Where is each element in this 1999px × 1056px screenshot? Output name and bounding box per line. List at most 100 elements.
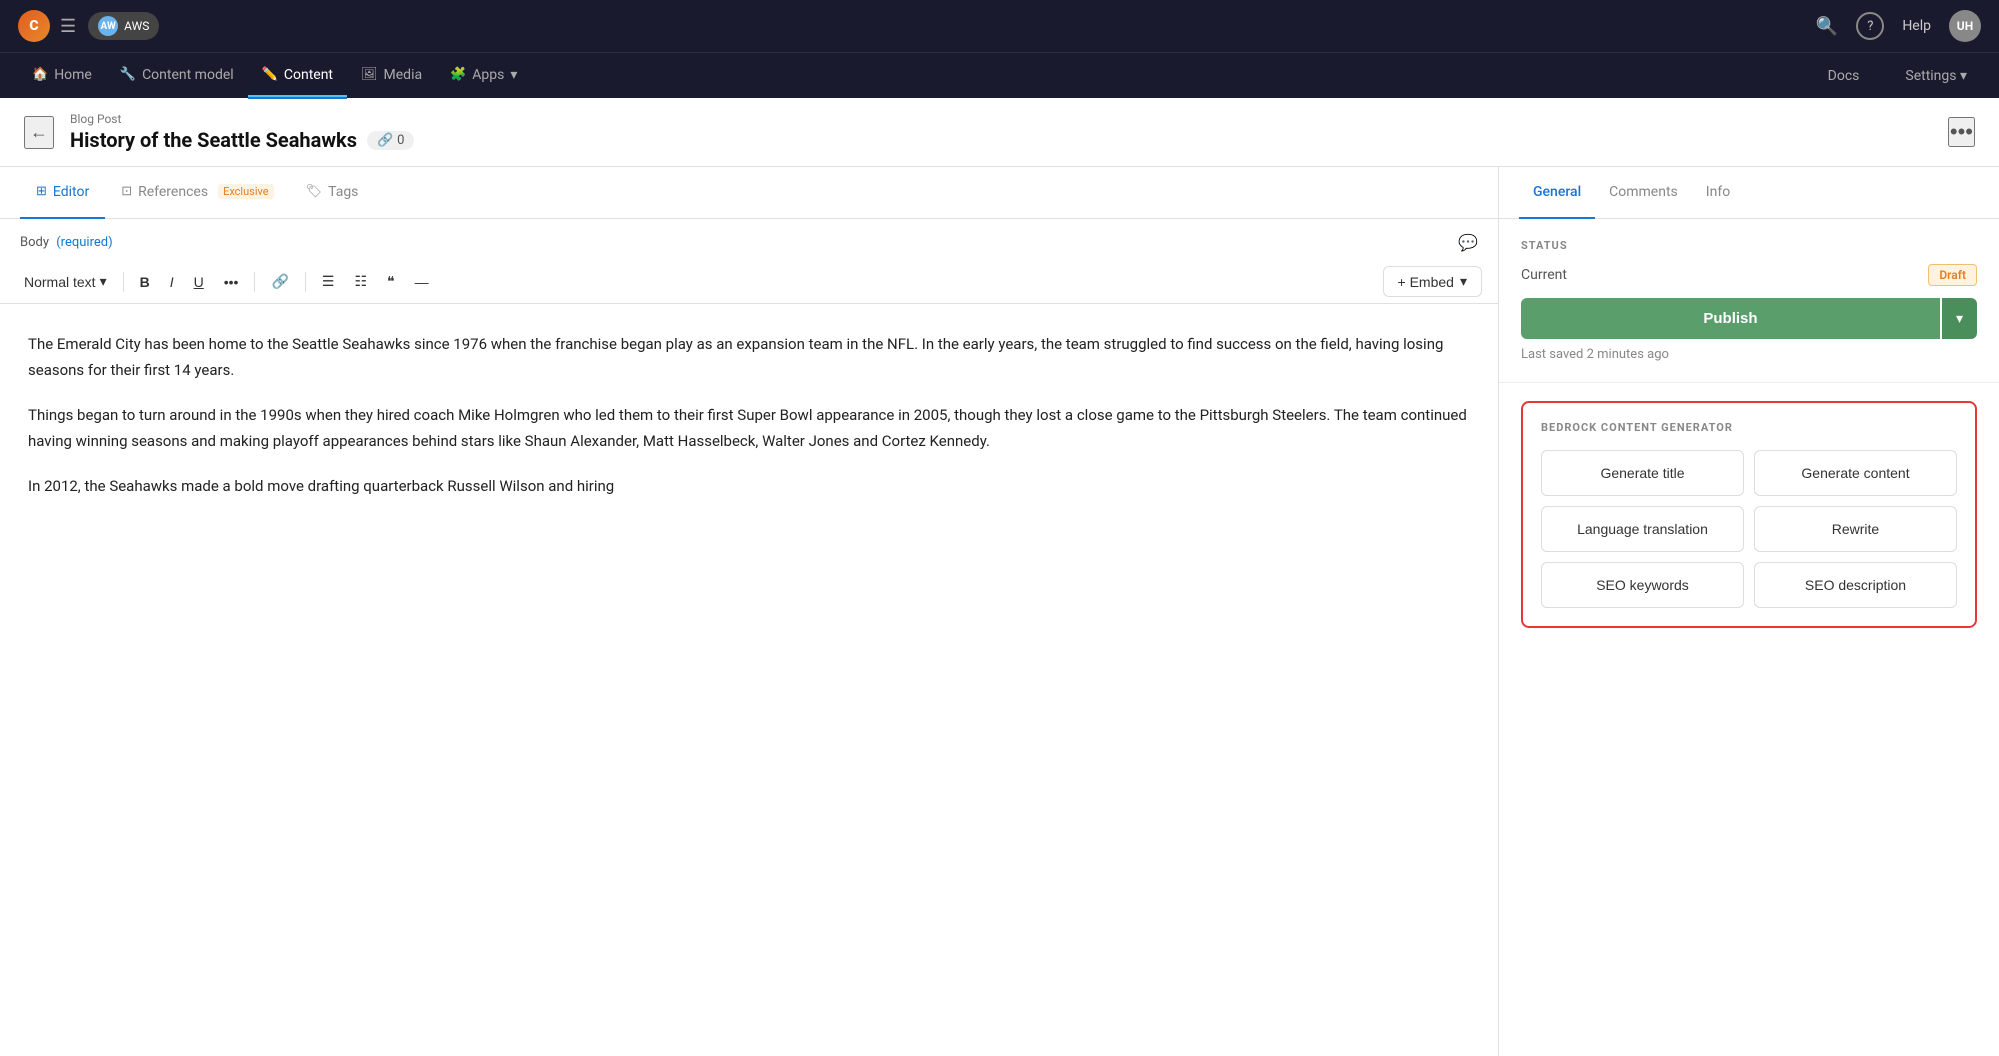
home-icon: 🏠 bbox=[32, 67, 48, 82]
media-icon: 🖼 bbox=[361, 67, 378, 82]
tab-tags-label: Tags bbox=[328, 184, 358, 200]
right-panel-tabs: General Comments Info bbox=[1499, 167, 1999, 219]
content-model-icon: 🔧 bbox=[120, 67, 136, 82]
tab-references[interactable]: ⊡ References Exclusive bbox=[105, 167, 289, 219]
editor-tabs: ⊞ Editor ⊡ References Exclusive 🏷 Tags bbox=[0, 167, 1498, 219]
toolbar-separator-2 bbox=[254, 272, 255, 292]
hamburger-icon[interactable]: ☰ bbox=[60, 16, 76, 37]
embed-button[interactable]: + Embed ▾ bbox=[1383, 266, 1482, 297]
status-section-label: STATUS bbox=[1521, 239, 1977, 252]
comment-icon[interactable]: 💬 bbox=[1458, 233, 1478, 252]
numbered-list-button[interactable]: ☷ bbox=[346, 268, 375, 295]
rewrite-button[interactable]: Rewrite bbox=[1754, 506, 1957, 552]
tab-tags[interactable]: 🏷 Tags bbox=[290, 167, 375, 219]
toolbar-separator-3 bbox=[305, 272, 306, 292]
language-translation-button[interactable]: Language translation bbox=[1541, 506, 1744, 552]
tab-references-label: References bbox=[138, 184, 208, 200]
back-button[interactable]: ← bbox=[24, 116, 54, 149]
more-options-button[interactable]: ••• bbox=[1948, 117, 1975, 147]
publish-row: Publish ▾ bbox=[1521, 298, 1977, 339]
workspace-initials: AW bbox=[98, 16, 118, 36]
seo-keywords-button[interactable]: SEO keywords bbox=[1541, 562, 1744, 608]
help-icon: ? bbox=[1867, 19, 1873, 34]
right-panel: General Comments Info STATUS Current Dra… bbox=[1499, 167, 1999, 1056]
title-bar: ← Blog Post History of the Seattle Seaha… bbox=[0, 98, 1999, 167]
nav-apps[interactable]: 🧩 Apps ▾ bbox=[436, 53, 531, 99]
content-paragraph-3: In 2012, the Seahawks made a bold move d… bbox=[28, 474, 1470, 500]
second-nav-right: Docs Settings ▾ bbox=[1814, 53, 1981, 99]
content-paragraph-2: Things began to turn around in the 1990s… bbox=[28, 403, 1470, 454]
top-nav-right: 🔍 ? Help UH bbox=[1816, 10, 1981, 42]
search-icon[interactable]: 🔍 bbox=[1816, 16, 1838, 37]
right-tab-general[interactable]: General bbox=[1519, 167, 1595, 219]
publish-dropdown-button[interactable]: ▾ bbox=[1942, 298, 1977, 339]
seo-description-button[interactable]: SEO description bbox=[1754, 562, 1957, 608]
link-badge[interactable]: 🔗 0 bbox=[367, 131, 415, 150]
nav-content-model[interactable]: 🔧 Content model bbox=[106, 53, 248, 99]
last-saved-label: Last saved 2 minutes ago bbox=[1521, 347, 1977, 362]
link-button[interactable]: 🔗 bbox=[263, 268, 296, 295]
user-avatar[interactable]: UH bbox=[1949, 10, 1981, 42]
second-nav: 🏠 Home 🔧 Content model ✏️ Content 🖼 Medi… bbox=[0, 52, 1999, 98]
main-layout: ⊞ Editor ⊡ References Exclusive 🏷 Tags B… bbox=[0, 167, 1999, 1056]
nav-docs[interactable]: Docs bbox=[1814, 53, 1874, 99]
title-bar-content: Blog Post History of the Seattle Seahawk… bbox=[70, 112, 1932, 152]
tab-editor[interactable]: ⊞ Editor bbox=[20, 167, 105, 219]
embed-chevron: ▾ bbox=[1460, 273, 1467, 290]
publish-button[interactable]: Publish bbox=[1521, 298, 1940, 339]
status-draft-badge: Draft bbox=[1928, 264, 1977, 286]
workspace-badge[interactable]: AW AWS bbox=[88, 12, 159, 40]
bold-button[interactable]: B bbox=[132, 269, 158, 295]
help-label: Help bbox=[1902, 18, 1931, 34]
breadcrumb: Blog Post bbox=[70, 112, 1932, 126]
nav-content[interactable]: ✏️ Content bbox=[248, 53, 347, 99]
toolbar-separator-1 bbox=[123, 272, 124, 292]
link-count: 0 bbox=[397, 133, 404, 148]
generate-content-button[interactable]: Generate content bbox=[1754, 450, 1957, 496]
status-row: Current Draft bbox=[1521, 264, 1977, 286]
exclusive-badge: Exclusive bbox=[218, 184, 274, 199]
body-label: Body bbox=[20, 235, 49, 250]
text-style-chevron: ▾ bbox=[100, 273, 107, 290]
link-icon: 🔗 bbox=[377, 133, 393, 148]
quote-button[interactable]: ❝ bbox=[379, 268, 403, 295]
content-icon: ✏️ bbox=[262, 67, 278, 82]
top-nav: C ☰ AW AWS 🔍 ? Help UH bbox=[0, 0, 1999, 52]
nav-media[interactable]: 🖼 Media bbox=[347, 53, 436, 99]
italic-button[interactable]: I bbox=[162, 269, 182, 295]
divider-button[interactable]: — bbox=[407, 269, 437, 295]
body-label-row: Body (required) 💬 bbox=[0, 219, 1498, 260]
nav-content-model-label: Content model bbox=[142, 67, 234, 83]
nav-settings[interactable]: Settings ▾ bbox=[1891, 53, 1981, 99]
editor-toolbar: Normal text ▾ B I U ••• 🔗 ☰ ☷ ❝ — + Embe… bbox=[0, 260, 1498, 304]
editor-tab-icon: ⊞ bbox=[36, 184, 47, 199]
tab-editor-label: Editor bbox=[53, 184, 89, 200]
content-text: The Emerald City has been home to the Se… bbox=[0, 304, 1498, 1056]
bedrock-grid: Generate title Generate content Language… bbox=[1541, 450, 1957, 608]
nav-home[interactable]: 🏠 Home bbox=[18, 53, 106, 99]
bullet-list-button[interactable]: ☰ bbox=[314, 268, 343, 295]
more-formatting-button[interactable]: ••• bbox=[216, 269, 247, 295]
references-tab-icon: ⊡ bbox=[121, 184, 132, 199]
page-title: History of the Seattle Seahawks 🔗 0 bbox=[70, 128, 1932, 152]
help-button[interactable]: ? bbox=[1856, 12, 1884, 40]
embed-label: + Embed bbox=[1398, 274, 1454, 290]
app-logo: C bbox=[18, 10, 50, 42]
right-tab-info[interactable]: Info bbox=[1692, 167, 1744, 219]
status-current-label: Current bbox=[1521, 267, 1567, 283]
nav-media-label: Media bbox=[384, 67, 423, 83]
nav-content-label: Content bbox=[284, 67, 333, 83]
content-paragraph-1: The Emerald City has been home to the Se… bbox=[28, 332, 1470, 383]
generate-title-button[interactable]: Generate title bbox=[1541, 450, 1744, 496]
apps-icon: 🧩 bbox=[450, 67, 466, 82]
apps-chevron: ▾ bbox=[510, 67, 517, 83]
underline-button[interactable]: U bbox=[186, 269, 212, 295]
text-style-label: Normal text bbox=[24, 274, 96, 290]
bedrock-section-title: BEDROCK CONTENT GENERATOR bbox=[1541, 421, 1957, 434]
nav-home-label: Home bbox=[54, 67, 92, 83]
status-section: STATUS Current Draft Publish ▾ Last save… bbox=[1499, 219, 1999, 383]
editor-area: ⊞ Editor ⊡ References Exclusive 🏷 Tags B… bbox=[0, 167, 1499, 1056]
right-tab-comments[interactable]: Comments bbox=[1595, 167, 1692, 219]
text-style-dropdown[interactable]: Normal text ▾ bbox=[16, 268, 115, 295]
bedrock-section: BEDROCK CONTENT GENERATOR Generate title… bbox=[1521, 401, 1977, 628]
